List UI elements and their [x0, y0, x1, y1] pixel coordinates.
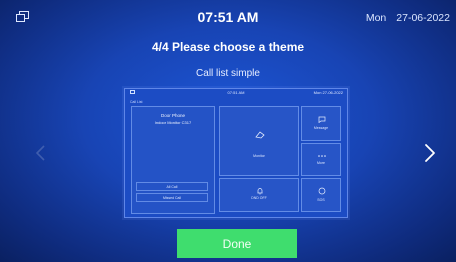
- theme-selection-screen: 07:51 AM Mon 27-06-2022 4/4 Please choose…: [0, 0, 456, 262]
- preview-missed-call-button: Missed Call: [136, 193, 208, 202]
- preview-tile-dnd: DND OFF: [219, 178, 299, 212]
- preview-tile-dnd-label: DND OFF: [251, 196, 267, 200]
- preview-status-bar: 07:51 AM Mon 27-06-2022: [125, 89, 347, 97]
- status-day: Mon: [365, 12, 387, 24]
- preview-call-list-panel: Door Phone Indoor Monitor C317 All Call …: [131, 106, 215, 214]
- status-bar: 07:51 AM Mon 27-06-2022: [0, 0, 456, 34]
- preview-tile-more-label: More: [317, 161, 325, 165]
- preview-all-call-label: All Call: [166, 184, 178, 189]
- preview-tile-sos: SOS: [301, 178, 341, 212]
- preview-bell-icon: [257, 188, 263, 195]
- status-date: Mon 27-06-2022: [366, 12, 450, 24]
- preview-sos-icon: [318, 187, 326, 195]
- theme-preview[interactable]: 07:51 AM Mon 27-06-2022 Call List Door P…: [124, 88, 348, 218]
- preview-tile-sos-label: SOS: [317, 198, 325, 202]
- preview-tile-monitor: Monitor: [219, 106, 299, 176]
- chevron-right-icon[interactable]: [424, 143, 436, 163]
- chevron-left-icon[interactable]: [36, 145, 45, 161]
- preview-tile-more: More: [301, 143, 341, 176]
- preview-back-label: Call List: [130, 100, 143, 104]
- preview-tile-message: Message: [301, 106, 341, 141]
- preview-phone-title: Door Phone: [160, 113, 186, 118]
- preview-tile-monitor-label: Monitor: [253, 154, 265, 158]
- preview-more-icon: [318, 155, 326, 157]
- preview-missed-call-label: Missed Call: [162, 195, 182, 200]
- preview-camera-icon: [255, 131, 265, 139]
- theme-name: Call list simple: [196, 68, 260, 79]
- preview-device-name: Indoor Monitor C317: [154, 120, 192, 125]
- status-date-value: 27-06-2022: [396, 12, 450, 24]
- preview-message-icon: [318, 116, 326, 123]
- page-title: 4/4 Please choose a theme: [151, 40, 305, 54]
- done-button[interactable]: Done: [177, 229, 297, 258]
- preview-tile-message-label: Message: [313, 126, 329, 130]
- preview-date: Mon 27-06-2022: [313, 90, 343, 95]
- preview-all-call-button: All Call: [136, 182, 208, 191]
